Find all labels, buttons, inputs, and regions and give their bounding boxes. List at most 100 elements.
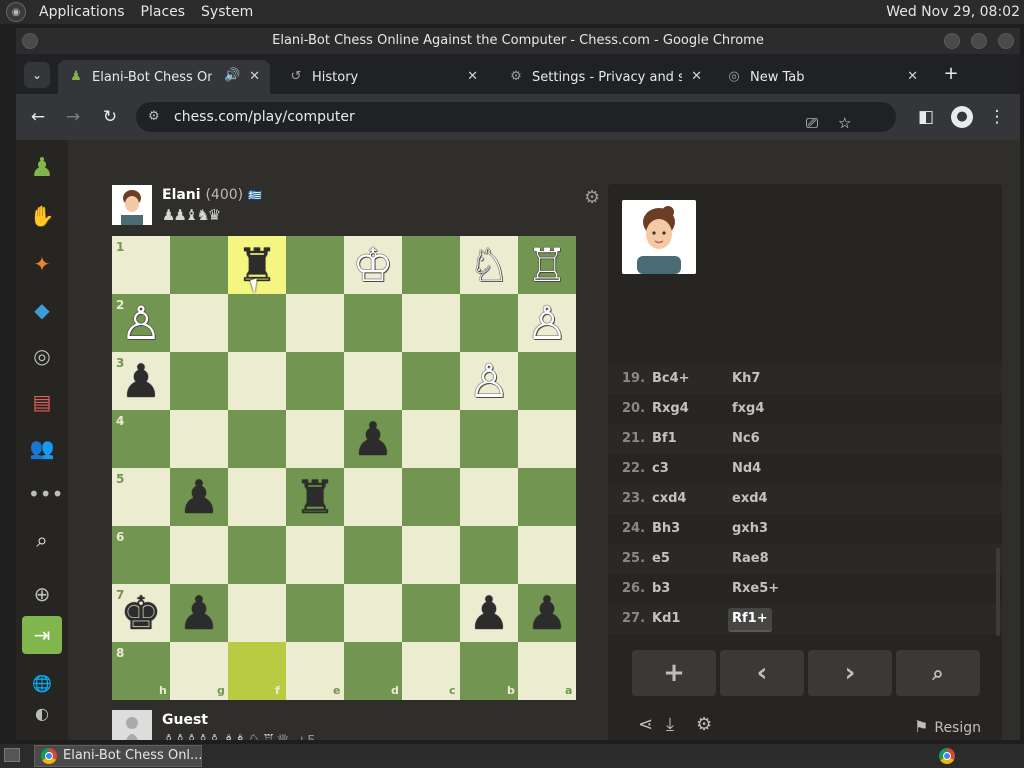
square-b4[interactable]	[460, 410, 518, 468]
resign-button[interactable]: ⚑ Resign	[914, 717, 981, 736]
square-c7[interactable]	[402, 584, 460, 642]
tab-new-tab[interactable]: ◎ New Tab ✕	[716, 60, 928, 94]
install-app-icon[interactable]: ⎚	[806, 108, 818, 138]
piece-d1[interactable]: ♔	[344, 236, 402, 294]
white-move[interactable]: c3	[652, 454, 669, 484]
site-info-icon[interactable]: ⚙	[148, 102, 160, 132]
profile-avatar-icon[interactable]: ●	[951, 106, 973, 128]
move-list-scrollbar[interactable]	[996, 548, 1000, 636]
watch-icon[interactable]: ◎	[28, 342, 56, 370]
chrome-menu-icon[interactable]: ⋮	[986, 106, 1008, 128]
side-panel-icon[interactable]: ◧	[915, 106, 937, 128]
white-move[interactable]: Bh3	[652, 514, 680, 544]
player-avatar[interactable]	[112, 710, 152, 740]
more-icon[interactable]: •••	[28, 480, 63, 508]
square-d3[interactable]	[344, 352, 402, 410]
square-a4[interactable]	[518, 410, 576, 468]
piece-b3[interactable]: ♙	[460, 352, 518, 410]
close-tab-icon[interactable]: ✕	[249, 69, 260, 84]
clock[interactable]: Wed Nov 29, 08:02	[886, 4, 1020, 20]
white-move[interactable]: b3	[652, 574, 670, 604]
square-f6[interactable]	[228, 526, 286, 584]
square-d6[interactable]	[344, 526, 402, 584]
piece-g5[interactable]: ♟	[170, 468, 228, 526]
square-c4[interactable]	[402, 410, 460, 468]
square-g1[interactable]	[170, 236, 228, 294]
new-game-button[interactable]: +	[632, 650, 716, 696]
piece-a7[interactable]: ♟	[518, 584, 576, 642]
chess-board[interactable]: 1 2 3 4 5 6 7 8 h g f e d c b a ♜ ♔ ♘ ♖ ♙ ♙ ♟ ♙ ♟ ♟ ♜ ♚ ♟ ♟ ♟	[112, 236, 576, 700]
close-tab-icon[interactable]: ✕	[907, 69, 918, 84]
maximize-icon[interactable]	[971, 33, 987, 49]
square-d5[interactable]	[344, 468, 402, 526]
square-f4[interactable]	[228, 410, 286, 468]
reload-button[interactable]: ↻	[99, 106, 121, 128]
opponent-name[interactable]: Elani	[162, 187, 201, 203]
back-button[interactable]: ←	[27, 106, 49, 128]
square-b6[interactable]	[460, 526, 518, 584]
black-move[interactable]: Nd4	[732, 454, 761, 484]
close-window-icon[interactable]	[998, 33, 1014, 49]
square-g2[interactable]	[170, 294, 228, 352]
square-d7[interactable]	[344, 584, 402, 642]
square-a3[interactable]	[518, 352, 576, 410]
square-e4[interactable]	[286, 410, 344, 468]
applications-menu[interactable]: Applications	[32, 4, 134, 20]
square-g4[interactable]	[170, 410, 228, 468]
address-bar[interactable]: ⚙ chess.com/play/computer ⎚ ☆	[136, 102, 896, 132]
chess-logo-icon[interactable]: ♟	[28, 154, 56, 182]
black-move[interactable]: Rxe5+	[732, 574, 779, 604]
square-f2[interactable]	[228, 294, 286, 352]
square-a6[interactable]	[518, 526, 576, 584]
white-move[interactable]: Rxg4	[652, 394, 689, 424]
search-icon[interactable]: ⌕	[28, 526, 56, 554]
white-move[interactable]: e5	[652, 544, 670, 574]
square-g6[interactable]	[170, 526, 228, 584]
minimize-icon[interactable]	[944, 33, 960, 49]
close-tab-icon[interactable]: ✕	[467, 69, 478, 84]
settings-icon[interactable]: ⚙	[696, 714, 712, 735]
piece-d4[interactable]: ♟	[344, 410, 402, 468]
black-move[interactable]: Rae8	[732, 544, 769, 574]
board-settings-icon[interactable]: ⚙	[584, 187, 600, 208]
piece-a1[interactable]: ♖	[518, 236, 576, 294]
learn-icon[interactable]: ◆	[28, 296, 56, 324]
white-move[interactable]: Kd1	[652, 604, 680, 634]
piece-e5[interactable]: ♜	[286, 468, 344, 526]
share-icon[interactable]: ⋖	[638, 714, 653, 735]
black-move[interactable]: gxh3	[732, 514, 768, 544]
black-move[interactable]: exd4	[732, 484, 768, 514]
opponent-avatar[interactable]	[112, 185, 152, 225]
black-move[interactable]: Nc6	[732, 424, 760, 454]
current-move[interactable]: Rf1+	[728, 608, 772, 632]
white-move[interactable]: cxd4	[652, 484, 686, 514]
square-e3[interactable]	[286, 352, 344, 410]
piece-a2[interactable]: ♙	[518, 294, 576, 352]
previous-move-button[interactable]: ‹	[720, 650, 804, 696]
window-menu-icon[interactable]	[22, 33, 38, 49]
places-menu[interactable]: Places	[134, 4, 195, 20]
square-e6[interactable]	[286, 526, 344, 584]
square-a5[interactable]	[518, 468, 576, 526]
square-c3[interactable]	[402, 352, 460, 410]
close-tab-icon[interactable]: ✕	[691, 69, 702, 84]
forward-button[interactable]: →	[62, 106, 84, 128]
window-titlebar[interactable]: Elani-Bot Chess Online Against the Compu…	[16, 28, 1020, 54]
black-move[interactable]: fxg4	[732, 394, 764, 424]
square-c1[interactable]	[402, 236, 460, 294]
new-tab-button[interactable]: +	[938, 61, 964, 87]
social-icon[interactable]: 👥	[28, 434, 56, 462]
distro-logo-icon[interactable]: ◉	[6, 2, 26, 22]
square-f5[interactable]	[228, 468, 286, 526]
player-name[interactable]: Guest	[162, 712, 208, 728]
piece-g7[interactable]: ♟	[170, 584, 228, 642]
square-b2[interactable]	[460, 294, 518, 352]
square-c6[interactable]	[402, 526, 460, 584]
analysis-button[interactable]: ⌕	[896, 650, 980, 696]
news-icon[interactable]: ▤	[28, 388, 56, 416]
square-c2[interactable]	[402, 294, 460, 352]
tab-chess[interactable]: ♟ Elani-Bot Chess Onlin 🔊 ✕	[58, 60, 270, 94]
bookmark-star-icon[interactable]: ☆	[838, 108, 851, 138]
tab-history[interactable]: ↺ History ✕	[278, 60, 488, 94]
square-d2[interactable]	[344, 294, 402, 352]
